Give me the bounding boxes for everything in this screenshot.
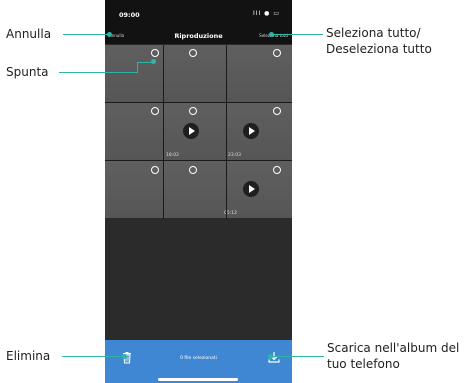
media-tile[interactable] [105,103,163,160]
media-tile[interactable] [227,45,292,102]
top-bar: Annulla Riproduzione Seleziona tutti [105,28,292,44]
callout-seleziona-1: Seleziona tutto/ [326,26,421,40]
select-circle-icon[interactable] [151,166,159,174]
video-duration: 23:03 [228,153,241,158]
empty-area [105,219,292,339]
bottom-action-bar: 0 file selezionati [105,340,292,383]
select-circle-icon[interactable] [273,107,281,115]
play-icon[interactable] [183,123,199,139]
select-circle-icon[interactable] [151,107,159,115]
callout-scarica-2: tuo telefono [327,357,400,371]
system-icons: ІІІ ● ▭ [252,10,280,17]
callout-elimina: Elimina [6,349,51,363]
status-bar: 09:00 ІІІ ● ▭ [105,0,292,28]
video-tile[interactable]: 23:03 [227,103,292,160]
callout-scarica-1: Scarica nell'album del [327,341,460,355]
callout-spunta: Spunta [6,65,49,79]
select-circle-icon[interactable] [189,166,197,174]
grid-divider [163,45,164,219]
grid-divider [226,45,227,219]
phone-screen: 09:00 ІІІ ● ▭ Annulla Riproduzione Selez… [105,0,292,383]
callout-line [137,62,138,73]
select-circle-icon[interactable] [189,107,197,115]
play-icon[interactable] [243,181,259,197]
media-tile[interactable] [164,45,226,102]
callout-line [62,356,124,357]
home-indicator [158,378,238,381]
callout-dot [269,32,274,37]
callout-dot [122,354,127,359]
callout-dot [107,32,112,37]
video-duration: 18:02 [166,153,179,158]
media-tile[interactable] [105,45,163,102]
grid-divider [105,160,292,161]
callout-annulla: Annulla [6,27,52,41]
media-tile[interactable] [164,161,226,218]
callout-line [63,34,109,35]
media-tile[interactable] [105,161,163,218]
video-tile[interactable]: 18:02 [164,103,226,160]
video-tile[interactable]: 05:12 [224,161,292,218]
callout-dot [268,354,273,359]
selected-count: 0 file selezionati [180,356,217,361]
select-circle-icon[interactable] [189,49,197,57]
callout-line [59,72,138,73]
select-circle-icon[interactable] [151,49,159,57]
callout-line [271,34,323,35]
select-circle-icon[interactable] [273,49,281,57]
grid-divider [105,102,292,103]
callout-line [270,356,324,357]
callout-seleziona-2: Deseleziona tutto [326,42,432,56]
play-icon[interactable] [243,123,259,139]
callout-dot [151,59,156,64]
status-time: 09:00 [119,11,140,19]
select-circle-icon[interactable] [273,166,281,174]
